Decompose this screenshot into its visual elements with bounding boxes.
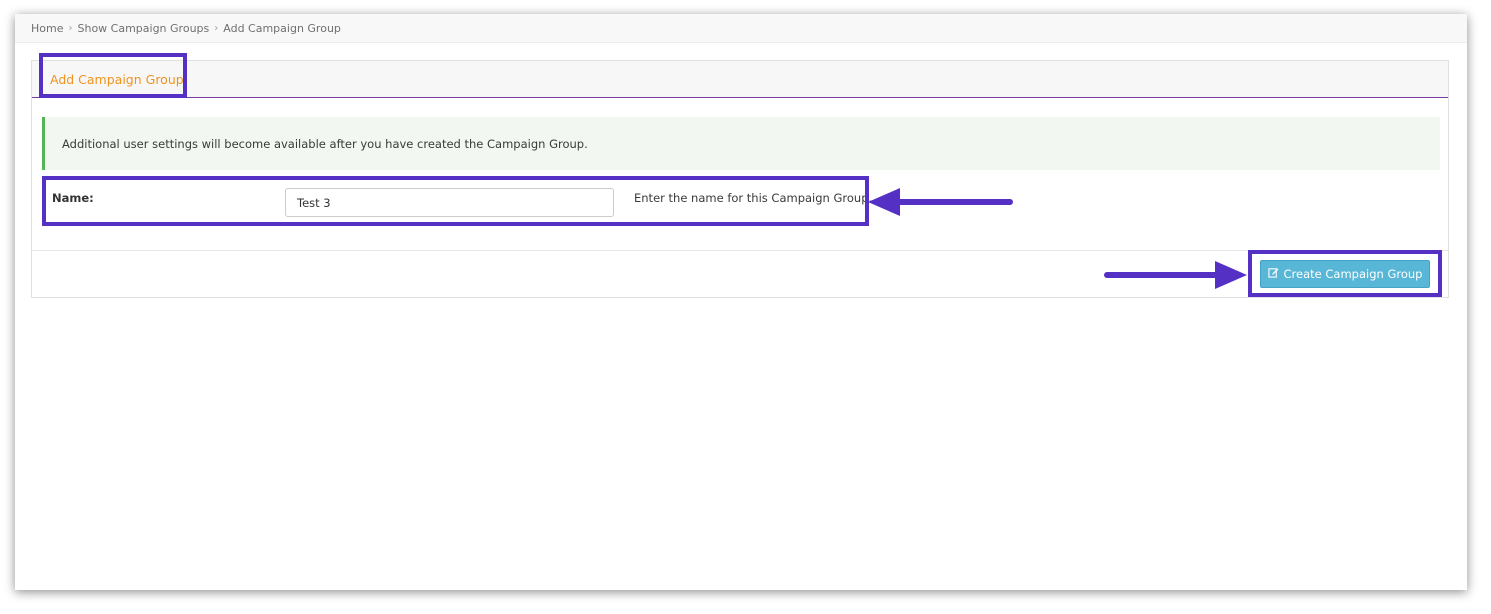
breadcrumb: Home › Show Campaign Groups › Add Campai… [15,14,1467,43]
name-form-row: Name: Enter the name for this Campaign G… [32,179,1448,239]
create-button-label: Create Campaign Group [1283,267,1423,281]
breadcrumb-current: Add Campaign Group [223,21,341,35]
breadcrumb-separator: › [214,22,219,34]
panel-title: Add Campaign Group [50,72,184,87]
breadcrumb-separator: › [68,22,73,34]
name-input[interactable] [285,188,614,217]
panel-header: Add Campaign Group [32,61,1448,98]
add-campaign-group-panel: Add Campaign Group Additional user setti… [31,60,1449,298]
breadcrumb-show-campaign-groups[interactable]: Show Campaign Groups [77,22,209,35]
create-campaign-group-button[interactable]: Create Campaign Group [1260,260,1430,288]
name-help-text: Enter the name for this Campaign Group. [634,191,873,205]
app-window: Home › Show Campaign Groups › Add Campai… [15,14,1467,590]
panel-footer: Create Campaign Group [32,250,1448,298]
name-label: Name: [52,191,94,205]
breadcrumb-home[interactable]: Home [31,22,63,35]
edit-icon [1267,267,1279,281]
info-alert: Additional user settings will become ava… [42,117,1440,170]
alert-text: Additional user settings will become ava… [62,136,588,151]
